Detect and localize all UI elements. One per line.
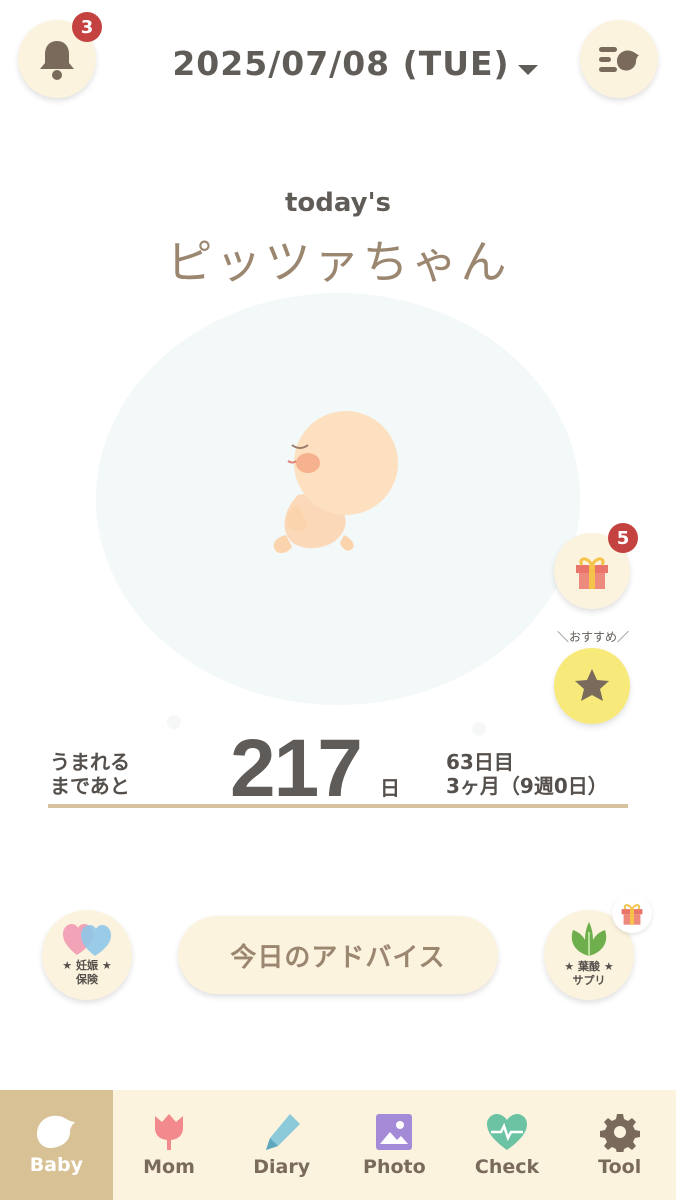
gear-icon <box>599 1114 640 1152</box>
tab-photo[interactable]: Photo <box>338 1090 451 1200</box>
bird-icon <box>37 1115 76 1148</box>
pencil-icon <box>265 1114 300 1150</box>
menu-button[interactable] <box>580 20 658 98</box>
heart-pulse-icon <box>487 1114 528 1150</box>
todays-advice-button[interactable]: 今日のアドバイス <box>178 916 498 994</box>
gift-icon <box>576 557 608 589</box>
menu-bird-icon <box>599 47 639 72</box>
pregnancy-progress: 63日目 3ヶ月（9週0日） <box>446 750 608 798</box>
tab-label: Baby <box>29 1154 83 1176</box>
tab-label: Mom <box>143 1156 195 1178</box>
tab-check[interactable]: Check <box>451 1090 564 1200</box>
supplement-line1: ★ 葉酸 ★ <box>564 960 614 973</box>
gift-icon <box>621 904 643 925</box>
chevron-down-icon <box>517 65 538 75</box>
supplement-label: ★ 葉酸 ★ サプリ <box>564 960 613 988</box>
tab-label: Tool <box>598 1156 642 1178</box>
until-birth-line1: うまれる <box>50 750 130 774</box>
fetus-illustration[interactable] <box>258 405 408 575</box>
decor-dot <box>472 722 486 736</box>
until-birth-label: うまれる まであと <box>50 750 170 798</box>
bottom-tab-bar: Baby Mom Diary Photo Check Tool <box>0 1090 676 1200</box>
current-date: 2025/07/08 (TUE) <box>172 43 510 83</box>
tab-label: Photo <box>363 1156 426 1178</box>
notification-badge: 3 <box>72 12 102 42</box>
todays-label: today's <box>284 188 392 218</box>
tab-label: Diary <box>253 1156 311 1178</box>
tab-mom[interactable]: Mom <box>113 1090 226 1200</box>
leaf-icon <box>571 922 607 956</box>
tulip-icon <box>155 1114 183 1150</box>
gift-badge: 5 <box>608 523 638 553</box>
month-week: 3ヶ月（9週0日） <box>446 774 608 798</box>
date-selector[interactable]: 2025/07/08 (TUE) <box>170 38 540 88</box>
baby-name: ピッツァちゃん <box>166 235 510 289</box>
tab-label: Check <box>474 1156 540 1178</box>
tab-tool[interactable]: Tool <box>563 1090 676 1200</box>
recommend-label: ＼おすすめ／ <box>556 630 629 644</box>
day-count: 63日目 <box>446 750 514 774</box>
supplement-gift-badge <box>612 893 652 933</box>
insurance-line1: ★ 妊娠 ★ <box>62 959 112 972</box>
decor-dot <box>167 715 181 729</box>
tab-diary[interactable]: Diary <box>225 1090 338 1200</box>
recommend-button[interactable] <box>554 648 630 724</box>
divider <box>48 804 628 808</box>
insurance-line2: 保険 <box>75 973 98 986</box>
bell-icon <box>40 41 74 80</box>
notifications-button[interactable]: 3 <box>18 12 102 98</box>
supplement-line2: サプリ <box>572 974 606 987</box>
gift-button[interactable]: 5 <box>554 523 638 609</box>
until-birth-line2: まであと <box>50 774 130 798</box>
insurance-label: ★ 妊娠 ★ 保険 <box>62 959 111 987</box>
days-remaining: 217 <box>230 723 363 814</box>
tab-baby[interactable]: Baby <box>0 1090 113 1200</box>
star-icon <box>575 669 609 701</box>
insurance-button[interactable]: ★ 妊娠 ★ 保険 <box>42 910 132 1000</box>
hearts-icon <box>63 924 111 956</box>
days-unit: 日 <box>380 776 400 800</box>
photo-icon <box>376 1114 413 1150</box>
